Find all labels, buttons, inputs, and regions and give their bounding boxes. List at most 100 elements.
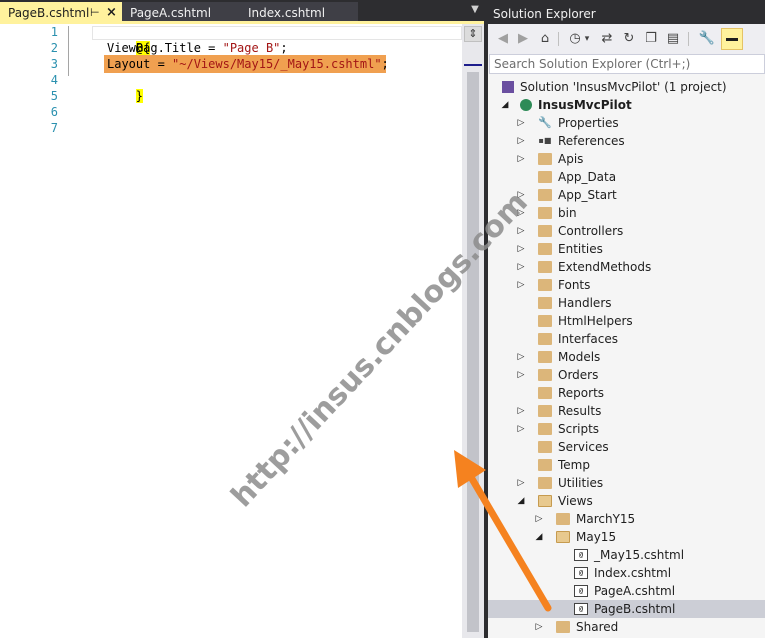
code-token: ; [280,41,288,55]
document-tab-bar: PageB.cshtml ⊢ × PageA.cshtml Index.csht… [0,0,484,24]
tree-solution-node[interactable]: Solution 'InsusMvcPilot' (1 project) [488,78,765,96]
tree-item-label: Interfaces [558,332,618,346]
tree-folder-node[interactable]: ▷ Controllers [488,222,765,240]
tree-file-node[interactable]: @ Index.cshtml [488,564,765,582]
tree-folder-node[interactable]: ▷ Entities [488,240,765,258]
line-number: 4 [50,73,58,87]
tree-item-label: PageA.cshtml [594,584,676,598]
tree-folder-node[interactable]: ▷ Results [488,402,765,420]
collapsed-arrow-icon[interactable]: ▷ [516,186,526,204]
tree-item-label: Handlers [558,296,612,310]
tree-file-node[interactable]: @ PageB.cshtml [488,600,765,618]
collapsed-arrow-icon[interactable]: ▷ [516,150,526,168]
solution-explorer: Solution Explorer ◀ ▶ ⌂ ◷ ▾ ⇄ ↻ ❐ ▤ 🔧 Se… [488,4,765,638]
solution-tree: Solution 'InsusMvcPilot' (1 project) ◢ I… [488,78,765,638]
split-window-icon[interactable]: ⇕ [464,26,482,42]
tree-folder-node[interactable]: ▷ Fonts [488,276,765,294]
forward-icon[interactable]: ▶ [514,30,532,48]
chevron-down-icon[interactable]: ▾ [582,30,592,48]
tree-item-label: Results [558,404,602,418]
tree-folder-node[interactable]: ▷ App_Start [488,186,765,204]
tree-folder-node[interactable]: ▷ ▪■ References [488,132,765,150]
tree-project-node[interactable]: ◢ InsusMvcPilot [488,96,765,114]
tree-item-label: _May15.cshtml [594,548,685,562]
preview-selected-items-button[interactable] [721,28,743,50]
collapsed-arrow-icon[interactable]: ▷ [516,366,526,384]
collapsed-arrow-icon[interactable]: ▷ [516,240,526,258]
vertical-scrollbar[interactable]: ⇕ [462,24,484,638]
folder-icon [538,369,552,381]
code-text-area[interactable]: 1 2 3 4 5 6 7 @{ ViewBag.Title = "Page B… [0,24,484,638]
collapsed-arrow-icon[interactable]: ▷ [516,222,526,240]
collapsed-arrow-icon[interactable]: ▷ [516,474,526,492]
sync-icon[interactable]: ⇄ [598,30,616,48]
tree-folder-node[interactable]: ▷ MarchY15 [488,510,765,528]
collapsed-arrow-icon[interactable]: ▷ [516,204,526,222]
tree-item-label: bin [558,206,577,220]
show-all-files-icon[interactable]: ▤ [664,30,682,48]
tree-file-node[interactable]: @ _May15.cshtml [488,546,765,564]
folder-icon [556,513,570,525]
refresh-icon[interactable]: ↻ [620,30,638,48]
tree-folder-node[interactable]: Services [488,438,765,456]
tree-folder-node[interactable]: ▷ Apis [488,150,765,168]
collapsed-arrow-icon[interactable]: ▷ [534,618,544,636]
tree-folder-node[interactable]: ▷ 🔧 Properties [488,114,765,132]
tree-folder-node[interactable]: ▷ Scripts [488,420,765,438]
folder-open-icon [556,531,570,543]
collapse-all-icon[interactable]: ❐ [642,30,660,48]
tab-label: PageA.cshtml [130,6,212,20]
expanded-arrow-icon[interactable]: ◢ [500,96,510,114]
tree-folder-node[interactable]: Temp [488,456,765,474]
collapsed-arrow-icon[interactable]: ▷ [516,132,526,150]
tree-file-node[interactable]: @ PageA.cshtml [488,582,765,600]
folder-icon [538,441,552,453]
tree-folder-node[interactable]: ▷ Shared [488,618,765,636]
folder-icon [538,261,552,273]
tree-folder-node[interactable]: Reports [488,384,765,402]
collapsed-arrow-icon[interactable]: ▷ [516,420,526,438]
folder-icon [538,189,552,201]
expanded-arrow-icon[interactable]: ◢ [516,492,526,510]
scrollbar-thumb[interactable] [467,72,479,632]
code-line-2: ViewBag.Title = "Page B"; [107,40,288,56]
tree-folder-node[interactable]: ◢ Views [488,492,765,510]
code-line-4: } [78,72,144,103]
tree-item-label: May15 [576,530,617,544]
tree-folder-node[interactable]: ▷ Orders [488,366,765,384]
tree-item-label: Index.cshtml [594,566,672,580]
tree-folder-node[interactable]: ▷ Utilities [488,474,765,492]
home-icon[interactable]: ⌂ [536,30,554,48]
tree-item-label: Properties [558,116,619,130]
code-string: "~/Views/May15/_May15.cshtml" [172,57,382,71]
tree-item-label: Apis [558,152,584,166]
collapsed-arrow-icon[interactable]: ▷ [516,276,526,294]
tree-folder-node[interactable]: App_Data [488,168,765,186]
tree-item-label: Solution 'InsusMvcPilot' (1 project) [520,80,727,94]
collapsed-arrow-icon[interactable]: ▷ [516,258,526,276]
tree-folder-node[interactable]: ▷ ExtendMethods [488,258,765,276]
folder-icon [538,207,552,219]
folder-icon [538,333,552,345]
expanded-arrow-icon[interactable]: ◢ [534,528,544,546]
tab-dropdown-icon[interactable]: ▼ [468,4,482,20]
collapsed-arrow-icon[interactable]: ▷ [516,348,526,366]
back-icon[interactable]: ◀ [494,30,512,48]
tree-folder-node[interactable]: Handlers [488,294,765,312]
folder-icon [538,315,552,327]
tree-folder-node[interactable]: Interfaces [488,330,765,348]
collapsed-arrow-icon[interactable]: ▷ [534,510,544,528]
line-number: 5 [50,89,58,103]
collapsed-arrow-icon[interactable]: ▷ [516,114,526,132]
tree-item-label: Utilities [558,476,604,490]
tree-folder-node[interactable]: HtmlHelpers [488,312,765,330]
code-string: "Page B" [222,41,281,55]
toolbar-separator [558,32,559,46]
tree-folder-node[interactable]: ◢ May15 [488,528,765,546]
tree-folder-node[interactable]: ▷ bin [488,204,765,222]
folder-icon [538,153,552,165]
tree-folder-node[interactable]: ▷ Models [488,348,765,366]
search-input[interactable]: Search Solution Explorer (Ctrl+;) [489,54,765,74]
properties-wrench-icon[interactable]: 🔧 [698,30,716,48]
collapsed-arrow-icon[interactable]: ▷ [516,402,526,420]
